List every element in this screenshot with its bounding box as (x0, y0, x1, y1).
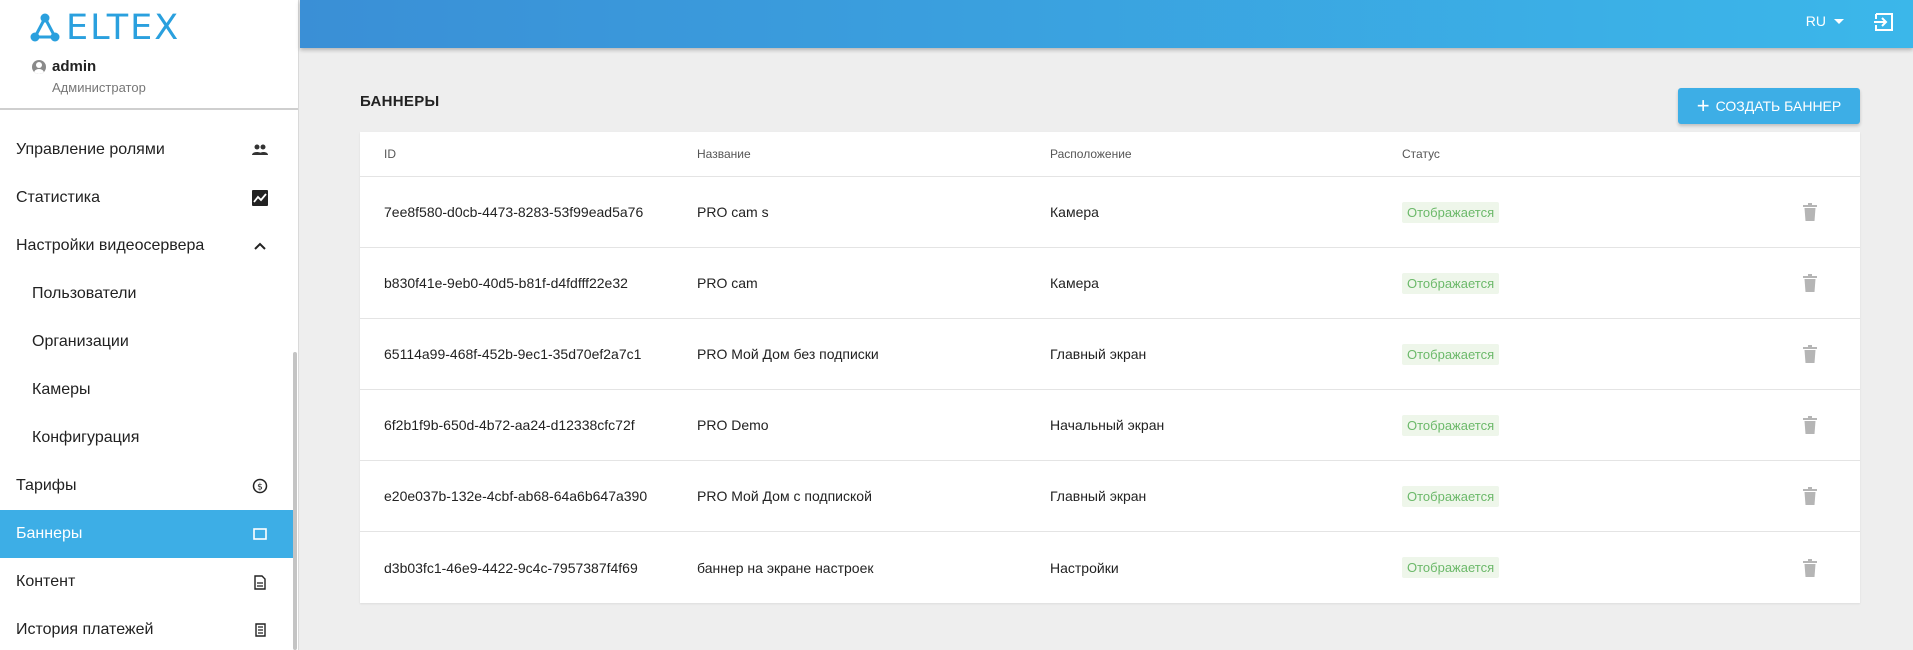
banner-id: b830f41e-9eb0-40d5-b81f-d4fdfff22e32 (384, 275, 628, 291)
trash-icon (1803, 558, 1817, 577)
banner-location: Главный экран (1050, 346, 1147, 362)
sidebar-nav: Управление ролями Статистика Настройки в… (0, 126, 293, 650)
sidebar-item-label: Статистика (16, 189, 101, 206)
sidebar-item-label: Контент (16, 573, 76, 590)
status-badge: Отображается (1402, 485, 1500, 507)
status-badge: Отображается (1402, 414, 1500, 436)
sidebar-item-content[interactable]: Контент (0, 558, 293, 606)
dollar-icon: $ (251, 477, 269, 495)
sidebar-item-video-server-settings[interactable]: Настройки видеосервера (0, 222, 293, 270)
banner-name: PRO cam s (697, 204, 769, 220)
plus-icon: + (1696, 93, 1710, 118)
banner-location: Камера (1050, 275, 1099, 291)
language-label: RU (1805, 13, 1826, 29)
username: admin (52, 58, 97, 75)
sidebar-item-configuration[interactable]: Конфигурация (0, 414, 293, 462)
trash-icon (1803, 416, 1817, 434)
sidebar-item-label: Пользователи (32, 285, 137, 302)
status-badge: Отображается (1402, 343, 1500, 365)
status-badge: Отображается (1402, 272, 1500, 294)
sidebar-item-banners[interactable]: Баннеры (0, 510, 293, 558)
caret-down-icon (1834, 18, 1844, 24)
top-bar: RU (300, 0, 1913, 48)
banner-id: d3b03fc1-46e9-4422-9c4c-7957387f4f69 (384, 559, 638, 576)
banner-name: баннер на экране настроек (697, 559, 874, 576)
banner-id: e20e037b-132e-4cbf-ab68-64a6b647a390 (384, 488, 648, 504)
sidebar-item-statistics[interactable]: Статистика (0, 174, 293, 222)
sidebar-item-label: Настройки видеосервера (16, 237, 205, 254)
status-badge: Отображается (1402, 201, 1500, 223)
user-info: admin (32, 58, 96, 75)
chevron-up-icon (251, 237, 269, 255)
table-row[interactable]: e20e037b-132e-4cbf-ab68-64a6b647a390 PRO… (360, 461, 1860, 532)
sidebar-item-label: Камеры (32, 381, 91, 398)
svg-text:$: $ (257, 483, 263, 493)
square-icon (251, 525, 269, 543)
banners-table: ID Название Расположение Статус 7ee8f580… (360, 132, 1860, 603)
banner-id: 65114a99-468f-452b-9ec1-35d70ef2a7c1 (384, 346, 642, 362)
sidebar-item-payment-history[interactable]: История платежей (0, 606, 293, 650)
sidebar-item-label: История платежей (16, 621, 154, 638)
status-badge: Отображается (1402, 557, 1500, 578)
banner-id: 6f2b1f9b-650d-4b72-aa24-d12338cfc72f (384, 417, 635, 433)
eltex-logo[interactable]: ELTEX (30, 10, 190, 46)
sidebar-item-users[interactable]: Пользователи (0, 270, 293, 318)
table-row[interactable]: b830f41e-9eb0-40d5-b81f-d4fdfff22e32 PRO… (360, 248, 1860, 319)
delete-button[interactable] (1803, 487, 1817, 505)
sidebar-item-label: Тарифы (16, 477, 77, 494)
table-header: ID Название Расположение Статус (360, 132, 1860, 177)
delete-button[interactable] (1803, 345, 1817, 363)
banner-name: PRO Demo (697, 417, 769, 433)
trash-icon (1803, 274, 1817, 292)
logout-button[interactable] (1873, 11, 1895, 33)
logo-mark-icon (30, 13, 60, 42)
create-banner-button[interactable]: + СОЗДАТЬ БАННЕР (1678, 88, 1860, 124)
table-row[interactable]: 6f2b1f9b-650d-4b72-aa24-d12338cfc72f PRO… (360, 390, 1860, 461)
banner-name: PRO cam (697, 275, 758, 291)
create-banner-label: СОЗДАТЬ БАННЕР (1715, 98, 1842, 114)
banner-location: Главный экран (1050, 488, 1147, 504)
language-selector[interactable]: RU (1806, 13, 1844, 29)
user-role: Администратор (52, 80, 146, 95)
banner-name: PRO Мой Дом с подпиской (697, 488, 872, 504)
delete-button[interactable] (1803, 416, 1817, 434)
sidebar-item-tariffs[interactable]: Тарифы $ (0, 462, 293, 510)
table-row[interactable]: d3b03fc1-46e9-4422-9c4c-7957387f4f69 бан… (360, 532, 1860, 603)
sidebar-item-cameras[interactable]: Камеры (0, 366, 293, 414)
chart-icon (251, 189, 269, 207)
column-header-name: Название (697, 147, 751, 161)
table-row[interactable]: 65114a99-468f-452b-9ec1-35d70ef2a7c1 PRO… (360, 319, 1860, 390)
receipt-icon (251, 621, 269, 639)
sidebar-scrollbar[interactable] (293, 352, 297, 650)
sidebar-item-organizations[interactable]: Организации (0, 318, 293, 366)
account-circle-icon (32, 59, 46, 74)
sidebar-item-label: Конфигурация (32, 429, 140, 446)
banner-name: PRO Мой Дом без подписки (697, 346, 879, 362)
column-header-status: Статус (1402, 147, 1440, 161)
logout-icon (1874, 13, 1893, 31)
sidebar-item-roles[interactable]: Управление ролями (0, 126, 293, 174)
banner-id: 7ee8f580-d0cb-4473-8283-53f99ead5a76 (384, 204, 644, 220)
banner-location: Начальный экран (1050, 417, 1165, 433)
banner-location: Настройки (1050, 559, 1119, 576)
page-title: БАННЕРЫ (360, 93, 440, 110)
document-icon (251, 573, 269, 591)
delete-button[interactable] (1803, 203, 1817, 221)
sidebar-item-label: Баннеры (16, 525, 83, 542)
trash-icon (1803, 203, 1817, 221)
column-header-id: ID (384, 147, 396, 161)
table-row[interactable]: 7ee8f580-d0cb-4473-8283-53f99ead5a76 PRO… (360, 177, 1860, 248)
people-icon (251, 141, 269, 159)
delete-button[interactable] (1803, 274, 1817, 292)
trash-icon (1803, 345, 1817, 363)
delete-button[interactable] (1803, 558, 1817, 577)
brand-header: ELTEX admin Администратор (0, 0, 298, 110)
trash-icon (1803, 487, 1817, 505)
column-header-location: Расположение (1050, 147, 1132, 161)
sidebar-item-label: Организации (32, 333, 129, 350)
sidebar-item-label: Управление ролями (16, 141, 165, 158)
sidebar: ELTEX admin Администратор Управление рол… (0, 0, 299, 650)
banner-location: Камера (1050, 204, 1099, 220)
logo-text: ELTEX (66, 8, 181, 48)
